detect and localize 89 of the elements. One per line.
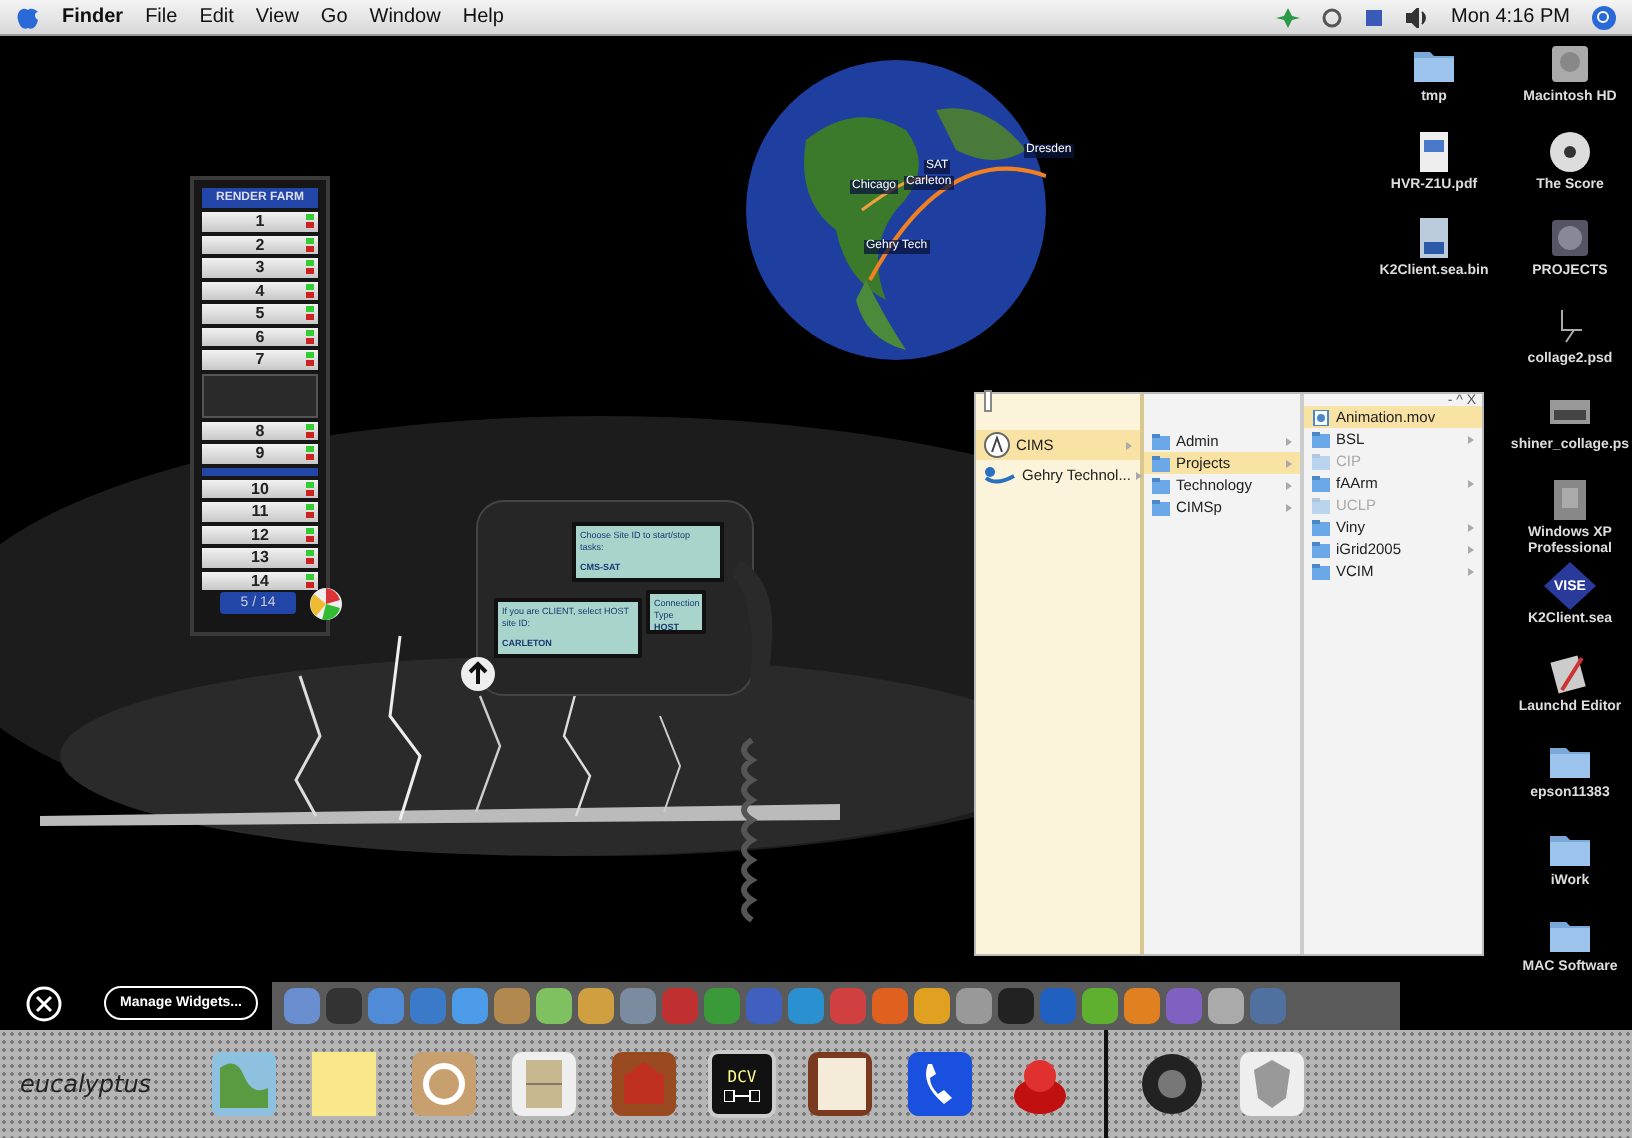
widget-icon[interactable] [788, 988, 824, 1024]
menu-item[interactable]: Window [369, 4, 441, 30]
note-icon[interactable] [308, 1048, 380, 1120]
window-tab[interactable] [984, 390, 992, 412]
status-light-icon [306, 504, 314, 518]
compass-icon [984, 432, 1010, 458]
folder-icon [1152, 455, 1170, 471]
widget-icon[interactable] [998, 988, 1034, 1024]
menu-clock[interactable]: Mon 4:16 PM [1451, 4, 1570, 30]
menu-item[interactable]: Go [320, 4, 348, 30]
beach-ball-icon[interactable] [310, 588, 342, 620]
status-light-icon [306, 260, 314, 274]
status-light-icon [306, 214, 314, 228]
search-icon[interactable] [1592, 5, 1616, 29]
mail-icon[interactable] [408, 1048, 480, 1120]
police-badge-icon[interactable] [1236, 1048, 1308, 1120]
widget-icon[interactable] [956, 988, 992, 1024]
disc-icon[interactable] [1545, 127, 1594, 175]
widget-icon[interactable] [536, 988, 572, 1024]
widget-icon[interactable] [872, 988, 908, 1024]
display-icon[interactable] [1363, 7, 1384, 27]
dcv-icon[interactable]: DCV [708, 1050, 776, 1118]
widget-icon[interactable] [704, 988, 740, 1024]
folder-icon [1152, 433, 1170, 449]
server-unit[interactable]: 12 [202, 525, 318, 544]
menu-item[interactable]: Help [462, 4, 504, 30]
server-unit[interactable]: 1 [202, 212, 318, 231]
phone-icon[interactable] [904, 1048, 976, 1120]
widget-icon[interactable] [914, 988, 950, 1024]
status-light-icon [306, 573, 314, 587]
folder-icon [1312, 453, 1330, 469]
status-light-icon [306, 423, 314, 437]
eucalyptus-logo[interactable]: eucalyptus [20, 1070, 180, 1098]
folder-icon [1312, 519, 1330, 535]
status-light-icon [306, 306, 314, 320]
status-light-icon [306, 329, 314, 343]
widget-icon[interactable] [452, 988, 488, 1024]
barn-icon[interactable] [608, 1048, 680, 1120]
widget-icon[interactable] [578, 988, 614, 1024]
speaker-icon[interactable] [1136, 1048, 1208, 1120]
widget-icon[interactable] [1082, 988, 1118, 1024]
widget-icon[interactable] [284, 988, 320, 1024]
server-unit[interactable]: 11 [202, 502, 318, 521]
apple-menu-icon[interactable] [16, 4, 40, 30]
status-light-icon [306, 550, 314, 564]
server-unit[interactable]: 4 [202, 281, 318, 300]
menu-item[interactable]: View [255, 4, 299, 30]
widget-icon[interactable] [326, 988, 362, 1024]
server-unit[interactable]: 3 [202, 258, 318, 277]
folder-icon [1312, 541, 1330, 557]
menu-item[interactable]: Edit [199, 4, 234, 30]
server-unit[interactable]: 13 [202, 548, 318, 567]
widget-icon[interactable] [1208, 988, 1244, 1024]
sync-icon[interactable] [1321, 7, 1342, 27]
widget-icon[interactable] [368, 988, 404, 1024]
network-icon [984, 465, 1016, 485]
cabinet-icon[interactable] [508, 1048, 580, 1120]
status-light-icon [306, 527, 314, 541]
file-icon [1312, 409, 1330, 425]
star-icon[interactable] [1275, 7, 1300, 27]
widget-icon[interactable] [494, 988, 530, 1024]
folder-icon [1312, 563, 1330, 579]
close-button[interactable] [26, 986, 62, 1022]
panel-strip [202, 467, 318, 475]
server-unit[interactable]: 7 [202, 350, 318, 369]
server-unit[interactable]: 5 [202, 304, 318, 323]
status-light-icon [306, 237, 314, 251]
status-light-icon [306, 481, 314, 495]
widget-icon[interactable] [620, 988, 656, 1024]
server-unit[interactable]: 6 [202, 327, 318, 346]
widget-icon[interactable] [1124, 988, 1160, 1024]
book-icon[interactable] [804, 1048, 876, 1120]
menu-item[interactable]: Finder [62, 4, 124, 30]
folder-icon [1312, 431, 1330, 447]
status-light-icon [306, 283, 314, 297]
folder-icon [1152, 499, 1170, 515]
menu-item[interactable]: File [145, 4, 178, 30]
status-light-icon [306, 352, 314, 366]
server-unit[interactable]: 8 [202, 421, 318, 440]
drive-unit [202, 373, 318, 417]
server-unit[interactable]: 14 [202, 571, 318, 590]
server-unit[interactable]: 2 [202, 235, 318, 254]
folder-icon [1312, 497, 1330, 513]
map-icon[interactable] [208, 1048, 280, 1120]
status-light-icon [306, 446, 314, 460]
folder-icon [1152, 477, 1170, 493]
server-unit[interactable]: 10 [202, 479, 318, 498]
server-unit[interactable]: 9 [202, 444, 318, 463]
folder-icon [1312, 475, 1330, 491]
